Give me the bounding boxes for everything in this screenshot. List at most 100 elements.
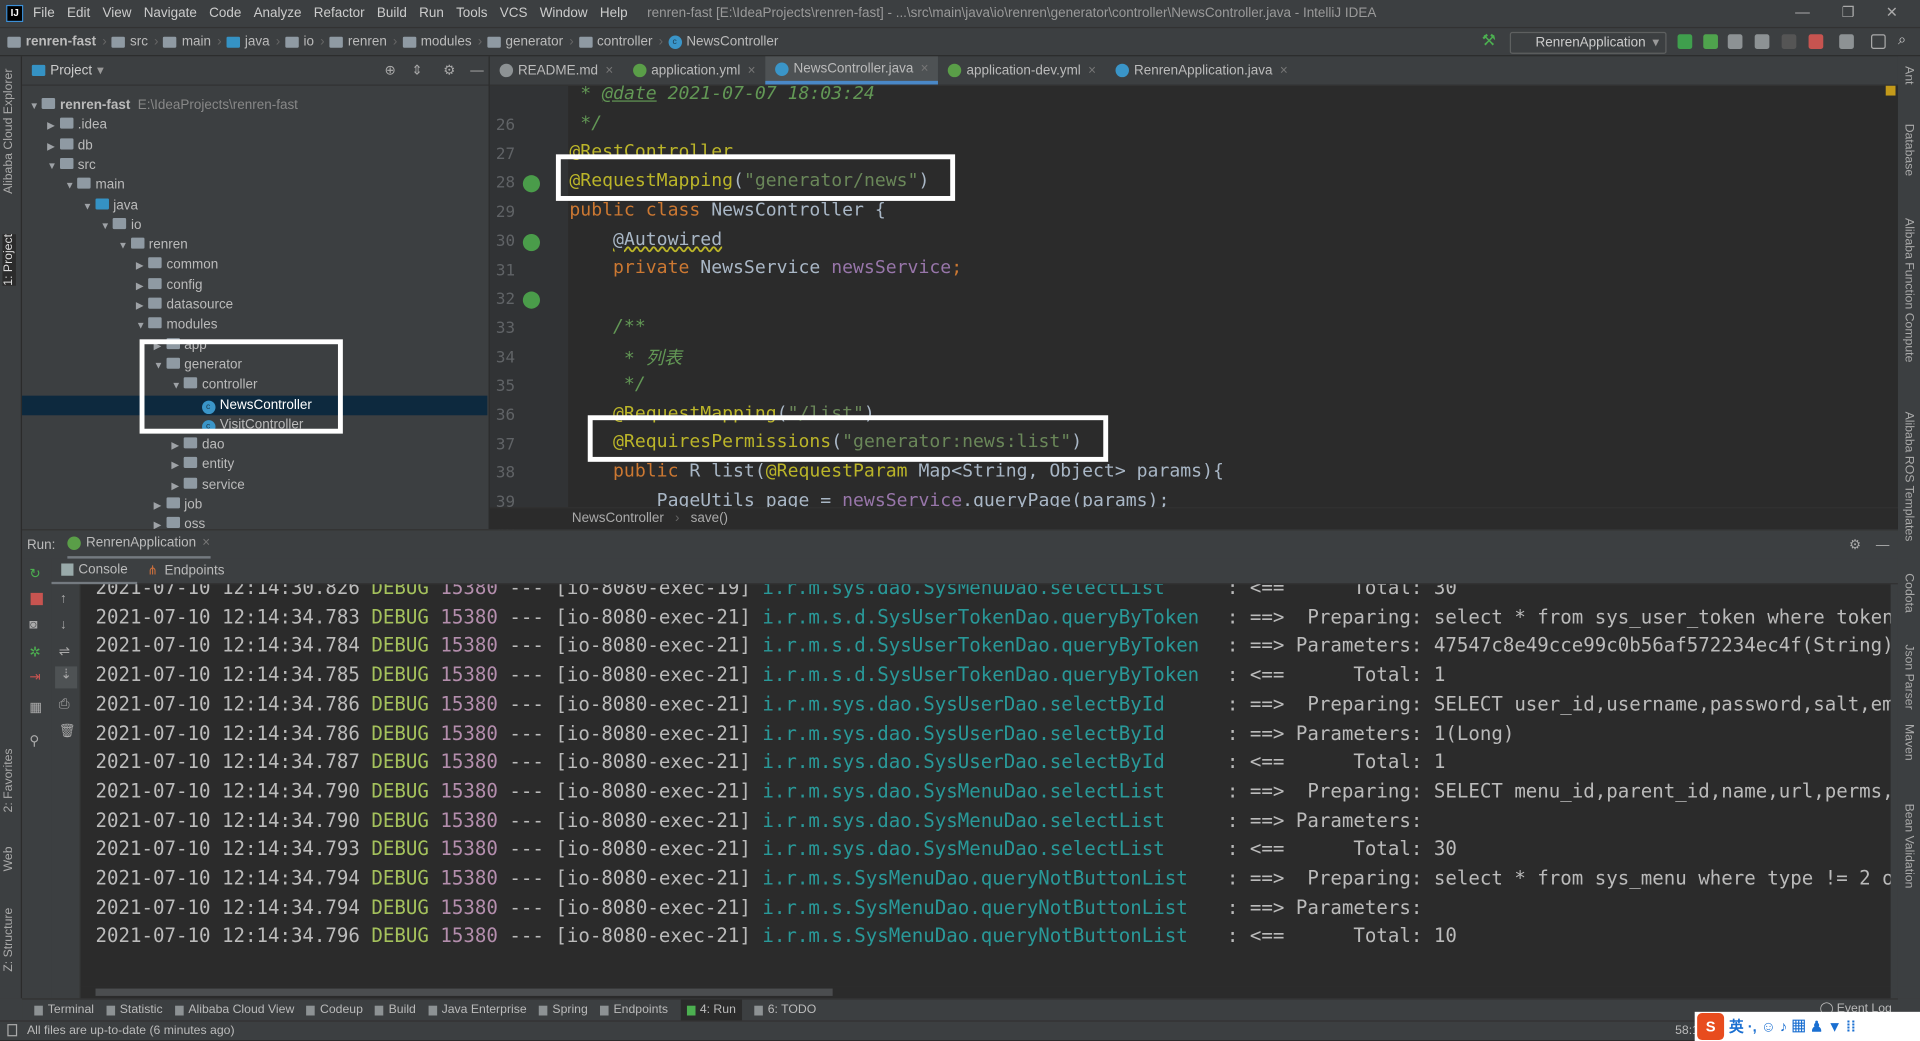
stop-icon[interactable] — [1808, 34, 1824, 49]
breadcrumb-item[interactable]: modules › — [402, 34, 482, 49]
menu-view[interactable]: View — [102, 6, 131, 21]
collapsed-arrow-icon[interactable]: ▶ — [136, 256, 148, 276]
close-icon[interactable]: × — [748, 56, 756, 85]
collapsed-arrow-icon[interactable]: ▶ — [154, 336, 166, 356]
expanded-arrow-icon[interactable]: ▼ — [47, 157, 59, 177]
tree-item-service[interactable]: ▶ service — [22, 475, 487, 495]
collapsed-arrow-icon[interactable]: ▶ — [171, 476, 183, 496]
hide-icon[interactable]: — — [1876, 537, 1889, 552]
tree-item-controller[interactable]: ▼ controller — [22, 375, 487, 395]
expanded-arrow-icon[interactable]: ▼ — [83, 197, 95, 217]
close-icon[interactable]: × — [921, 54, 929, 83]
tool-statistic[interactable]: Statistic — [106, 1003, 163, 1017]
tab-newscontroller-java[interactable]: NewsController.java × — [765, 54, 939, 85]
arrow-down-icon[interactable]: ↓ — [60, 617, 67, 632]
console-tab[interactable]: Console — [51, 558, 138, 584]
layout-icon[interactable]: ▦ — [29, 699, 42, 716]
menu-help[interactable]: Help — [600, 6, 628, 21]
spring-gutter-icon[interactable] — [522, 291, 541, 309]
trash-icon[interactable]: 🗑 — [59, 723, 76, 739]
menu-build[interactable]: Build — [377, 6, 407, 21]
tree-item-entity[interactable]: ▶ entity — [22, 455, 487, 475]
tool-endpoints[interactable]: Endpoints — [600, 1003, 668, 1017]
expanded-arrow-icon[interactable]: ▼ — [136, 316, 148, 336]
breadcrumb-method[interactable]: save() — [691, 511, 728, 526]
tree-item-idea[interactable]: ▶ .idea — [22, 116, 487, 136]
breadcrumb-item[interactable]: renren-fast › — [7, 34, 107, 49]
spring-bean-icon[interactable] — [522, 233, 541, 251]
breadcrumb-item[interactable]: renren › — [329, 34, 397, 49]
ime-toolbar[interactable]: S英 ·, ☺ ♪ ▦ ♟ ▼ ⁞⁞ — [1694, 1011, 1920, 1041]
tool-window-alibaba-function-compute[interactable]: Alibaba Function Compute — [1902, 218, 1915, 362]
breadcrumb-item[interactable]: controller › — [578, 34, 663, 49]
menu-window[interactable]: Window — [540, 6, 588, 21]
collapsed-arrow-icon[interactable]: ▶ — [136, 276, 148, 296]
menu-file[interactable]: File — [33, 6, 55, 21]
scroll-to-end-icon[interactable]: ⇣ — [55, 666, 78, 689]
breadcrumb-item[interactable]: java › — [226, 34, 280, 49]
hide-icon[interactable]: — — [470, 63, 483, 78]
minimize-button[interactable]: — — [1795, 4, 1810, 21]
menu-navigate[interactable]: Navigate — [144, 6, 197, 21]
collapsed-arrow-icon[interactable]: ▶ — [154, 496, 166, 516]
close-button[interactable]: ✕ — [1886, 4, 1898, 21]
tree-item-dao[interactable]: ▶ dao — [22, 435, 487, 455]
breadcrumb-class[interactable]: NewsController — [572, 511, 664, 526]
breadcrumb-item[interactable]: c NewsController — [667, 34, 778, 49]
rerun-icon[interactable]: ↻ — [29, 566, 40, 582]
tool-spring[interactable]: Spring — [538, 1003, 588, 1017]
tool-4-run[interactable]: 4: Run — [680, 998, 743, 1022]
status-toggle-icon[interactable] — [7, 1024, 18, 1037]
tool-window-ant[interactable]: Ant — [1902, 66, 1915, 84]
scrollbar-thumb[interactable] — [95, 988, 833, 996]
tool-window-alibaba-cloud-explorer[interactable]: Alibaba Cloud Explorer — [2, 69, 15, 194]
tree-item-java[interactable]: ▼ java — [22, 195, 487, 215]
horizontal-scrollbar[interactable] — [80, 986, 1891, 999]
tool-codeup[interactable]: Codeup — [306, 1003, 363, 1017]
build-hammer-icon[interactable]: ⚒ — [1482, 31, 1497, 49]
tree-item-common[interactable]: ▶ common — [22, 255, 487, 275]
tree-item-visitcontroller[interactable]: c VisitController — [22, 415, 487, 435]
expanded-arrow-icon[interactable]: ▼ — [29, 97, 41, 117]
close-icon[interactable]: × — [202, 535, 210, 550]
tool-build[interactable]: Build — [375, 1003, 416, 1017]
expanded-arrow-icon[interactable]: ▼ — [65, 177, 77, 197]
tab-readme-md[interactable]: README.md × — [490, 56, 623, 84]
soft-wrap-icon[interactable]: ⇌ — [59, 643, 70, 659]
pin-icon[interactable]: ⚲ — [29, 733, 39, 749]
tree-item-main[interactable]: ▼ main — [22, 175, 487, 195]
stop-icon[interactable] — [30, 592, 43, 606]
tool-java-enterprise[interactable]: Java Enterprise — [428, 1003, 527, 1017]
tab-application-yml[interactable]: application.yml × — [623, 56, 765, 84]
expanded-arrow-icon[interactable]: ▼ — [171, 376, 183, 396]
tree-item-db[interactable]: ▶ db — [22, 135, 487, 155]
menu-code[interactable]: Code — [209, 6, 241, 21]
tree-item-modules[interactable]: ▼ modules — [22, 315, 487, 335]
tree-item-job[interactable]: ▶ job — [22, 495, 487, 515]
rerun-icon[interactable] — [1677, 34, 1693, 49]
tool-window-1-project[interactable]: 1: Project — [2, 233, 16, 286]
project-structure-icon[interactable] — [1839, 34, 1854, 49]
console-output[interactable]: 2021-07-10 12:14:30.826 DEBUG 15380 --- … — [80, 584, 1891, 987]
menu-run[interactable]: Run — [419, 6, 444, 21]
tool-alibaba-cloud-view[interactable]: Alibaba Cloud View — [174, 1003, 294, 1017]
debug-icon[interactable] — [1703, 34, 1718, 49]
tree-item-io[interactable]: ▼ io — [22, 215, 487, 235]
breadcrumb-item[interactable]: generator › — [487, 34, 574, 49]
run-configuration-dropdown[interactable]: RenrenApplication ▾ — [1509, 31, 1667, 54]
expanded-arrow-icon[interactable]: ▼ — [100, 217, 112, 237]
locate-icon[interactable]: ⊕ — [384, 62, 395, 79]
tab-application-dev-yml[interactable]: application-dev.yml × — [938, 56, 1105, 84]
collapsed-arrow-icon[interactable]: ▶ — [171, 436, 183, 456]
coverage-icon[interactable] — [1727, 34, 1743, 49]
print-icon[interactable]: ⎙ — [59, 697, 70, 713]
collapsed-arrow-icon[interactable]: ▶ — [47, 137, 59, 157]
search-icon[interactable]: ⌕ — [1898, 31, 1913, 48]
attach-icon[interactable] — [1781, 34, 1797, 49]
exit-icon[interactable]: ⇥ — [29, 669, 40, 685]
tree-item-src[interactable]: ▼ src — [22, 155, 487, 175]
debug-icon[interactable]: ✲ — [29, 644, 40, 661]
tool-window-json-parser[interactable]: Json Parser — [1902, 644, 1915, 709]
menu-analyze[interactable]: Analyze — [254, 6, 302, 21]
menu-refactor[interactable]: Refactor — [314, 6, 365, 21]
